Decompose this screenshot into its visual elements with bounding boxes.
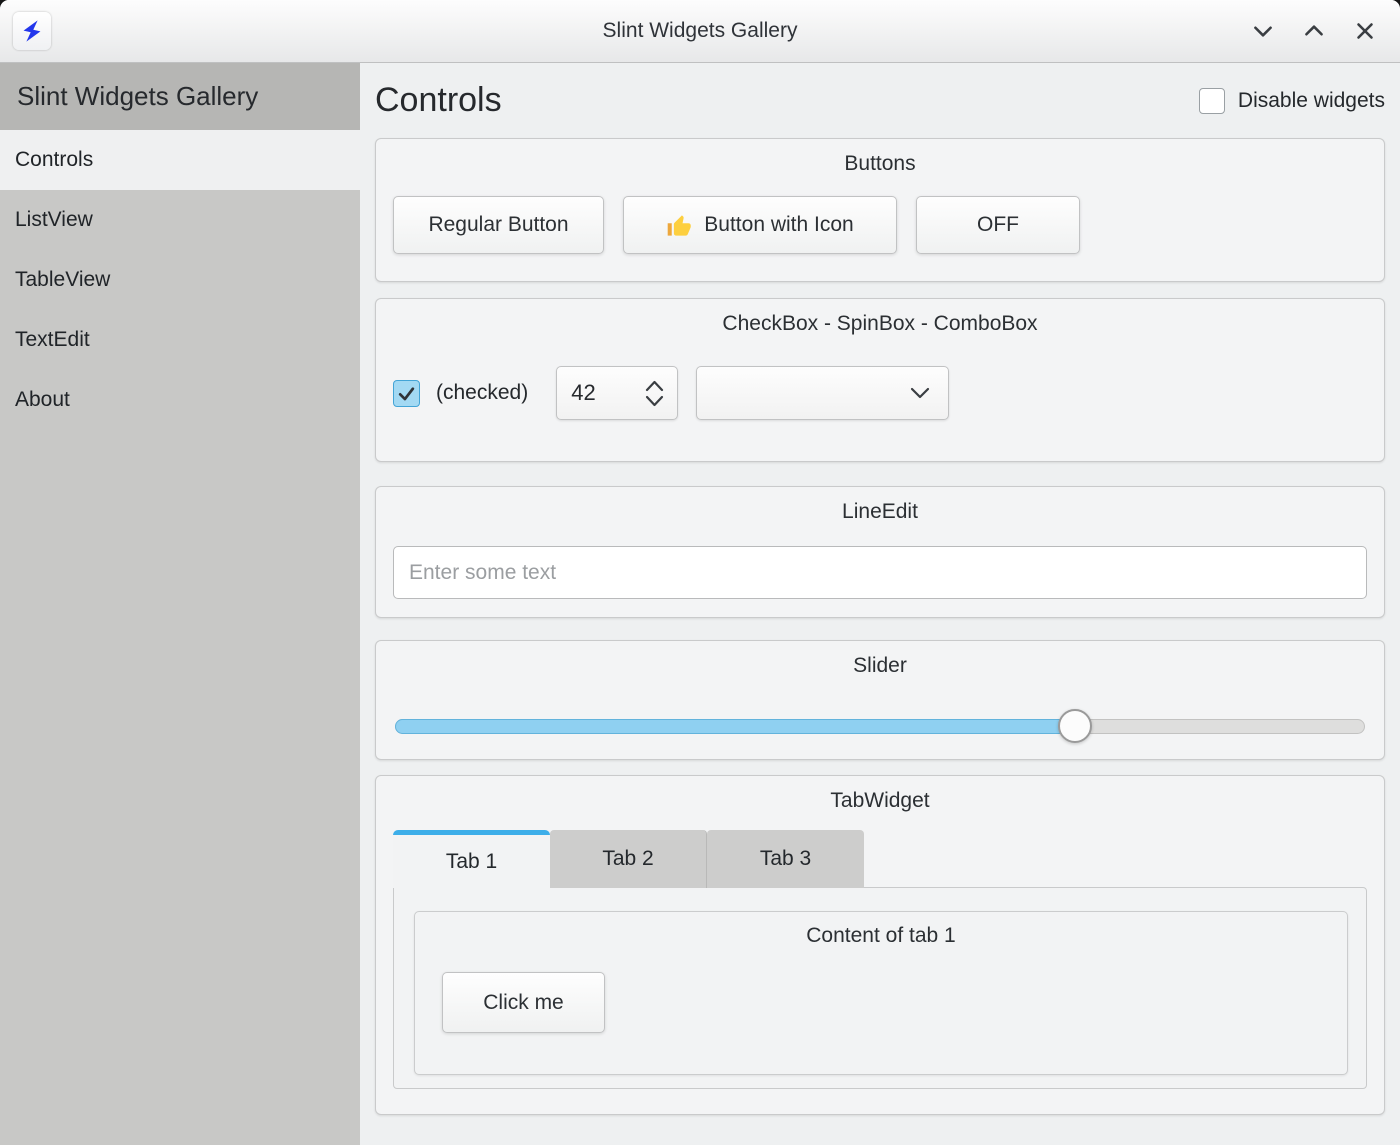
- group-tabwidget: TabWidget Tab 1 Tab 2 Tab 3 Content of t…: [375, 775, 1385, 1115]
- window-title: Slint Widgets Gallery: [0, 19, 1400, 43]
- sidebar-item-controls[interactable]: Controls: [0, 130, 360, 190]
- page-title: Controls: [375, 81, 502, 120]
- group-buttons-title: Buttons: [393, 152, 1367, 176]
- group-slider-title: Slider: [393, 654, 1367, 678]
- sidebar-item-about[interactable]: About: [0, 370, 360, 430]
- toggle-button[interactable]: OFF: [916, 196, 1080, 254]
- regular-button[interactable]: Regular Button: [393, 196, 604, 254]
- combobox[interactable]: [696, 366, 949, 420]
- group-tabwidget-title: TabWidget: [393, 789, 1367, 813]
- tab-content-box: Content of tab 1 Click me: [414, 911, 1348, 1075]
- close-icon: [1352, 18, 1378, 44]
- combobox-chevron-down-icon: [908, 386, 932, 400]
- group-csc-title: CheckBox - SpinBox - ComboBox: [393, 312, 1367, 336]
- spinbox-value: 42: [571, 380, 595, 406]
- group-buttons: Buttons Regular Button Button with Icon …: [375, 138, 1385, 282]
- main-content: Controls Disable widgets Buttons Regular…: [360, 63, 1400, 1145]
- minimize-button[interactable]: [1244, 12, 1282, 50]
- close-button[interactable]: [1346, 12, 1384, 50]
- disable-widgets-checkbox[interactable]: [1199, 88, 1225, 114]
- tab-1[interactable]: Tab 1: [393, 830, 550, 888]
- titlebar: Slint Widgets Gallery: [0, 0, 1400, 63]
- slider-fill: [395, 719, 1076, 734]
- slider[interactable]: [393, 710, 1367, 744]
- disable-widgets-control[interactable]: Disable widgets: [1199, 88, 1385, 114]
- chevron-down-icon: [1250, 18, 1276, 44]
- demo-checkbox[interactable]: [393, 380, 420, 407]
- disable-widgets-label: Disable widgets: [1238, 89, 1385, 113]
- group-check-spin-combo: CheckBox - SpinBox - ComboBox (checked) …: [375, 298, 1385, 462]
- slider-thumb[interactable]: [1058, 709, 1092, 743]
- slint-bolt-icon: [19, 18, 45, 44]
- spinbox[interactable]: 42: [556, 366, 678, 420]
- app-window: Slint Widgets Gallery Slint Widgets Gall…: [0, 0, 1400, 1145]
- sidebar-title: Slint Widgets Gallery: [0, 63, 360, 130]
- lineedit-input[interactable]: [393, 546, 1367, 599]
- group-lineedit-title: LineEdit: [393, 500, 1367, 524]
- button-with-icon[interactable]: Button with Icon: [623, 196, 897, 254]
- sidebar: Slint Widgets Gallery Controls ListView …: [0, 63, 360, 1145]
- chevron-up-icon: [1301, 18, 1327, 44]
- tab-2[interactable]: Tab 2: [550, 830, 707, 888]
- app-logo-icon: [13, 12, 51, 50]
- tab-content-title: Content of tab 1: [442, 924, 1347, 948]
- spinbox-down-icon[interactable]: [644, 395, 665, 408]
- checkbox-label: (checked): [436, 381, 528, 405]
- group-lineedit: LineEdit: [375, 486, 1385, 618]
- click-me-button[interactable]: Click me: [442, 972, 605, 1033]
- spinbox-up-icon[interactable]: [644, 379, 665, 392]
- tab-3[interactable]: Tab 3: [707, 830, 864, 888]
- thumbs-up-icon: [666, 212, 693, 239]
- slider-track[interactable]: [395, 719, 1365, 734]
- checkmark-icon: [397, 384, 416, 403]
- tabbar: Tab 1 Tab 2 Tab 3: [393, 830, 1367, 888]
- sidebar-item-tableview[interactable]: TableView: [0, 250, 360, 310]
- sidebar-item-textedit[interactable]: TextEdit: [0, 310, 360, 370]
- group-slider: Slider: [375, 640, 1385, 760]
- button-with-icon-label: Button with Icon: [704, 213, 853, 237]
- sidebar-item-listview[interactable]: ListView: [0, 190, 360, 250]
- tab-pane: Content of tab 1 Click me: [393, 887, 1367, 1089]
- maximize-button[interactable]: [1295, 12, 1333, 50]
